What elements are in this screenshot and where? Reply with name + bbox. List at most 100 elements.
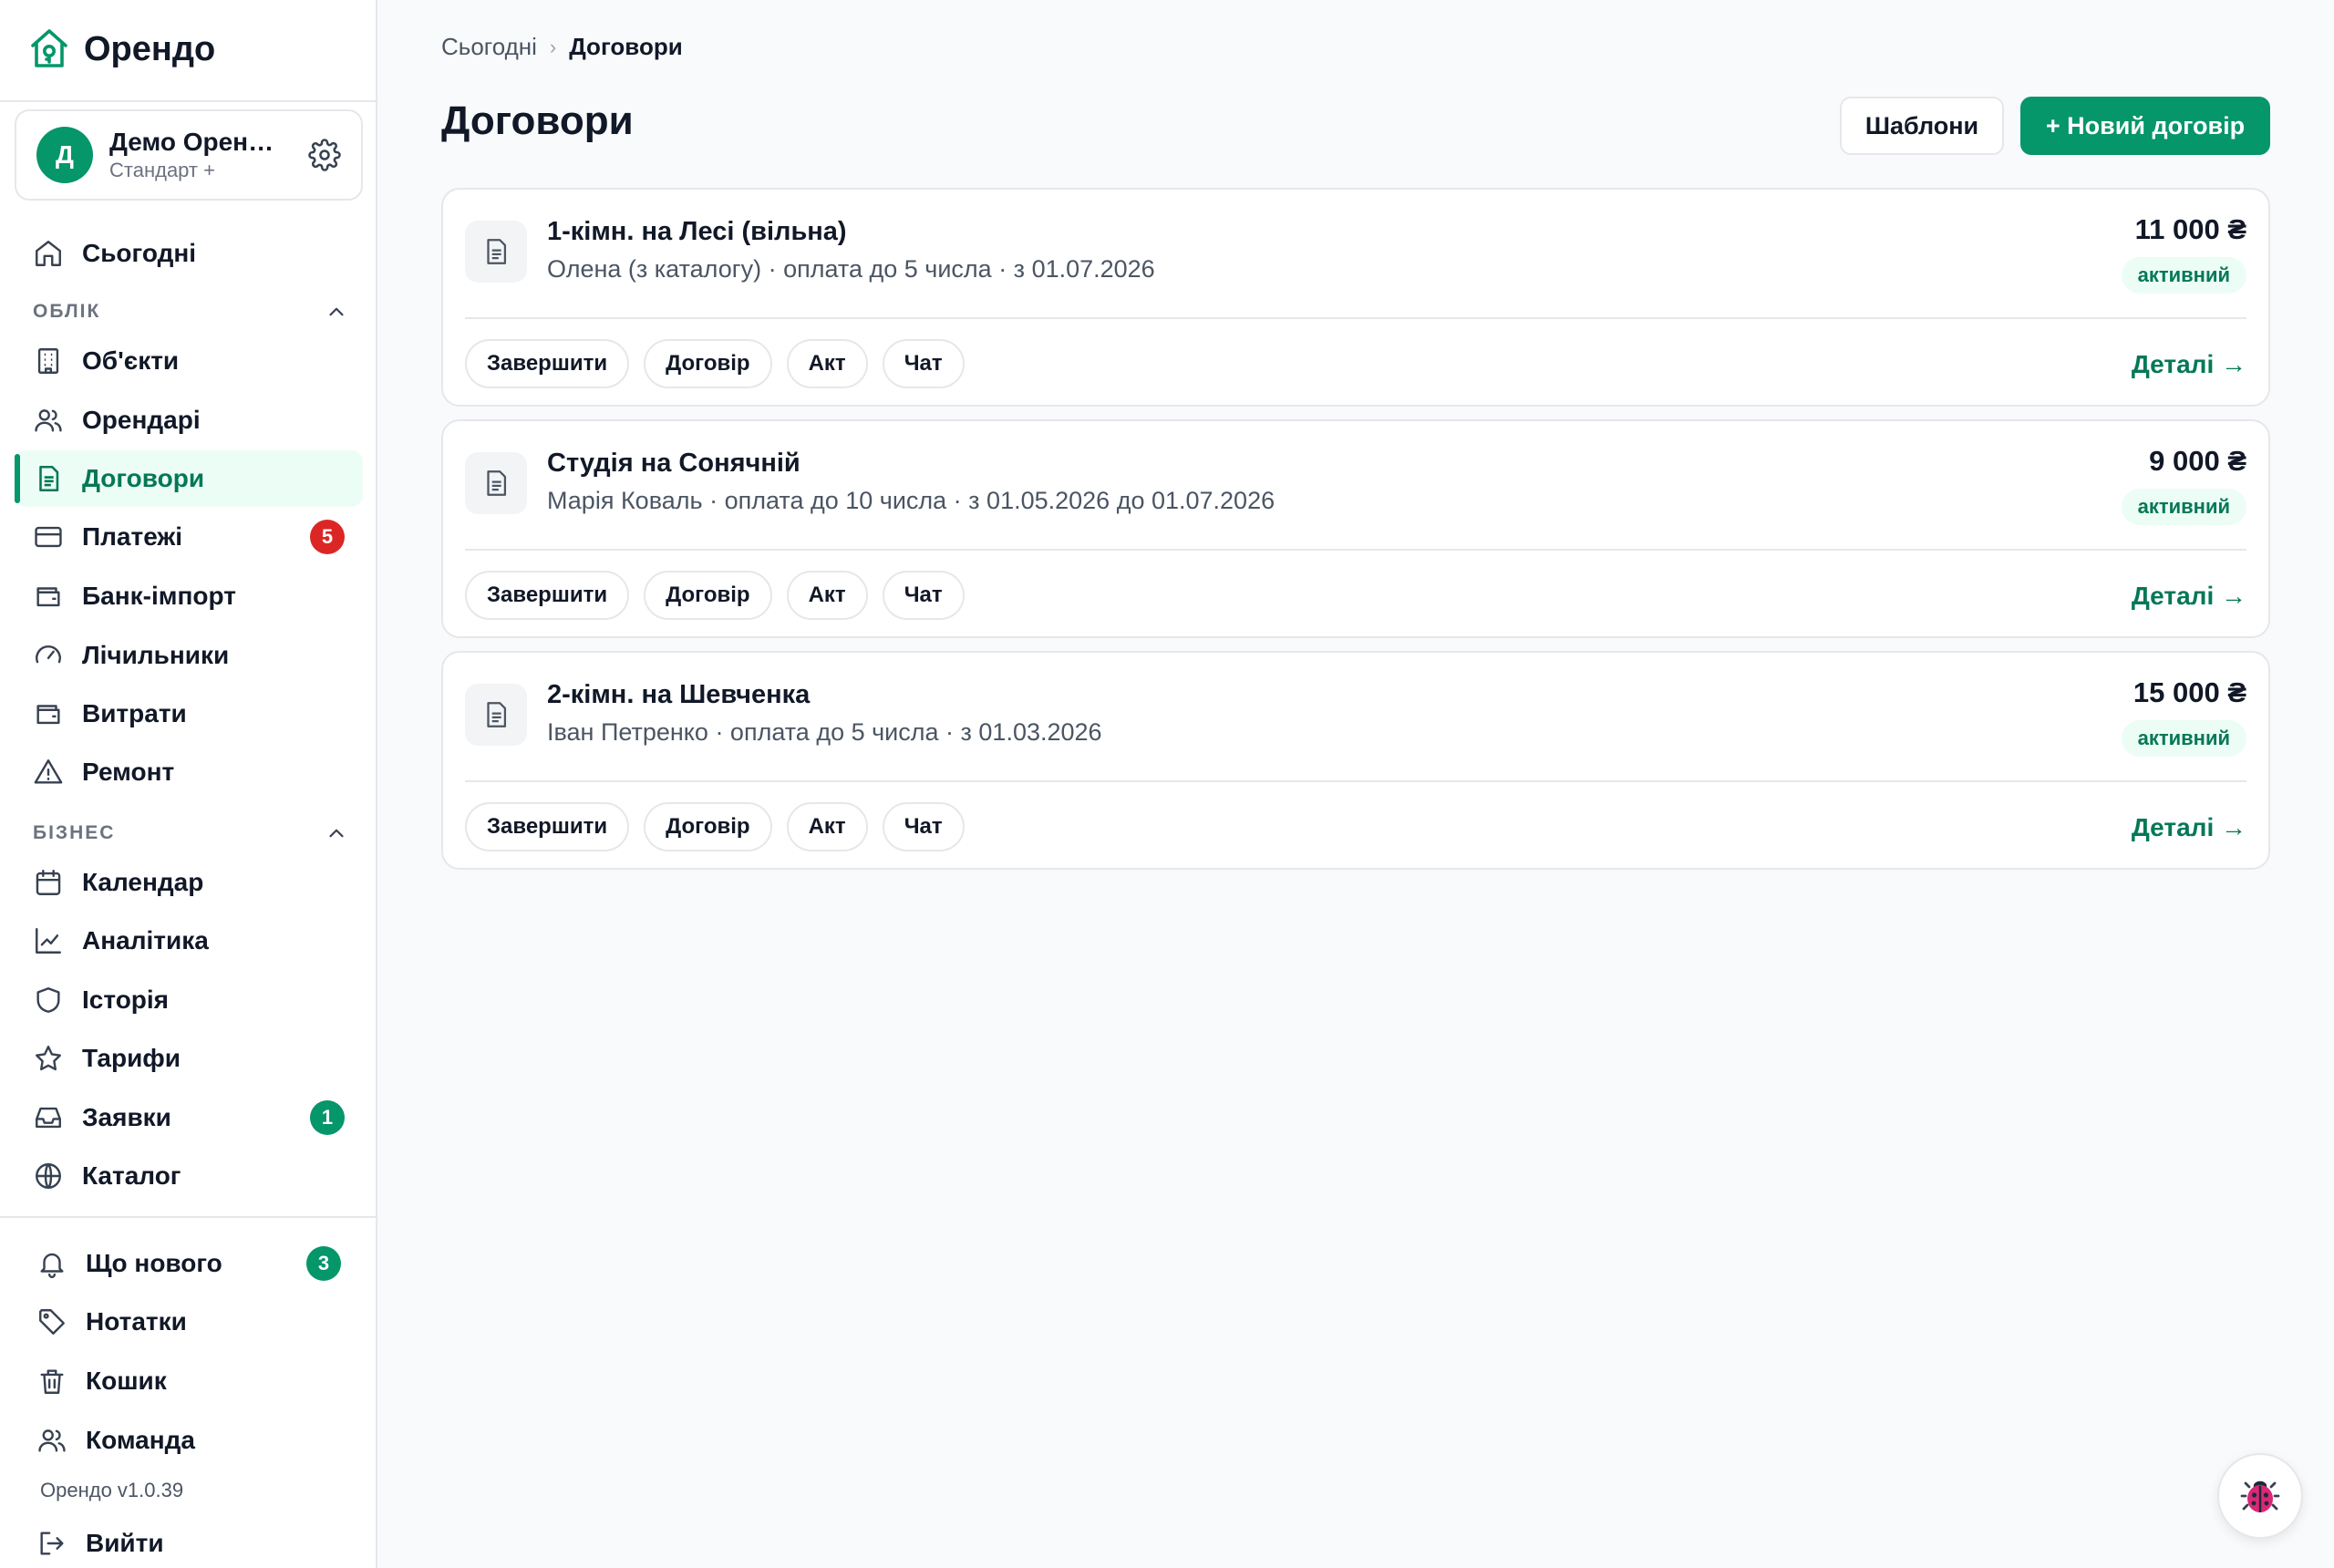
sidebar-item-label: Каталог <box>82 1161 181 1190</box>
details-link[interactable]: Деталі → <box>2132 350 2246 379</box>
house-logo-icon <box>31 29 67 67</box>
page-title: Договори <box>441 98 634 143</box>
bug-report-button[interactable] <box>2217 1453 2303 1539</box>
sidebar-item-label: Договори <box>82 464 205 492</box>
sidebar-item-label: Нотатки <box>86 1307 187 1336</box>
shield-icon <box>36 987 60 1013</box>
sidebar-item-repairs[interactable]: Ремонт <box>15 744 363 800</box>
contract-title[interactable]: 1-кімн. на Лесі (вільна) <box>547 217 847 247</box>
divider <box>0 100 376 102</box>
sidebar-item-payments[interactable]: Платежі 5 <box>15 509 363 565</box>
sidebar-item-label: Тарифи <box>82 1044 181 1072</box>
sidebar-item-history[interactable]: Історія <box>15 972 363 1028</box>
contract-actions: Завершити Договір Акт Чат <box>465 802 965 851</box>
org-name: Демо Орен… <box>109 128 274 156</box>
new-contract-button[interactable]: + Новий договір <box>2020 97 2270 155</box>
sidebar: Орендо Д Демо Орен… Стандарт + Сьогодні … <box>0 0 377 1568</box>
contract-actions: Завершити Договір Акт Чат <box>465 339 965 388</box>
sidebar-item-label: Платежі <box>82 522 183 551</box>
sidebar-item-meters[interactable]: Лічильники <box>15 627 363 684</box>
sidebar-item-label: Сьогодні <box>82 239 197 267</box>
contract-title[interactable]: 2-кімн. на Шевченка <box>547 680 810 710</box>
contract-doc-button[interactable]: Договір <box>644 339 772 388</box>
contract-card: 1-кімн. на Лесі (вільна) Олена (з катало… <box>441 188 2270 407</box>
templates-button[interactable]: Шаблони <box>1840 97 2004 155</box>
divider <box>0 1216 376 1218</box>
finish-button[interactable]: Завершити <box>465 571 630 620</box>
document-icon <box>465 452 527 514</box>
contract-amount: 11 000 ₴ <box>2134 213 2246 245</box>
contract-subtitle: Іван Петренко · оплата до 5 числа · з 01… <box>547 718 1102 746</box>
breadcrumb-current: Договори <box>569 33 683 60</box>
chat-button[interactable]: Чат <box>882 571 965 620</box>
sidebar-item-label: Орендарі <box>82 406 201 434</box>
sidebar-item-requests[interactable]: Заявки 1 <box>15 1089 363 1146</box>
bell-icon <box>40 1253 64 1279</box>
sidebar-item-label: Об'єкти <box>82 346 180 375</box>
sidebar-item-tariffs[interactable]: Тарифи <box>15 1030 363 1087</box>
act-button[interactable]: Акт <box>786 802 868 851</box>
details-link[interactable]: Деталі → <box>2132 813 2246 842</box>
chevron-up-icon <box>329 829 344 838</box>
sidebar-item-trash[interactable]: Кошик <box>18 1353 367 1409</box>
status-badge: активний <box>2121 257 2246 294</box>
sidebar-item-contracts[interactable]: Договори <box>15 450 363 507</box>
tag-icon <box>39 1309 65 1335</box>
breadcrumb-home-link[interactable]: Сьогодні <box>441 33 537 61</box>
credit-card-icon <box>35 526 62 548</box>
sidebar-item-analytics[interactable]: Аналітика <box>15 913 363 969</box>
sidebar-item-catalog[interactable]: Каталог <box>15 1148 363 1204</box>
contract-subtitle: Олена (з каталогу) · оплата до 5 числа ·… <box>547 255 1155 283</box>
act-button[interactable]: Акт <box>786 571 868 620</box>
sidebar-item-label: Календар <box>82 868 204 896</box>
whats-new-count-badge: 3 <box>306 1246 341 1281</box>
warning-triangle-icon <box>34 759 63 784</box>
sidebar-item-today[interactable]: Сьогодні <box>15 225 363 282</box>
org-switcher[interactable]: Д Демо Орен… Стандарт + <box>15 109 363 201</box>
breadcrumb-separator-icon: › <box>549 35 557 58</box>
avatar: Д <box>36 127 93 183</box>
finish-button[interactable]: Завершити <box>465 339 630 388</box>
requests-count-badge: 1 <box>310 1100 345 1135</box>
sidebar-item-properties[interactable]: Об'єкти <box>15 333 363 389</box>
app-logo[interactable]: Орендо <box>27 24 215 75</box>
finish-button[interactable]: Завершити <box>465 802 630 851</box>
sidebar-item-label: Аналітика <box>82 926 209 954</box>
chat-button[interactable]: Чат <box>882 802 965 851</box>
sidebar-item-tenants[interactable]: Орендарі <box>15 392 363 449</box>
sidebar-item-expenses[interactable]: Витрати <box>15 686 363 742</box>
main-content: Сьогодні › Договори Договори Шаблони + Н… <box>379 0 2334 1568</box>
contract-doc-button[interactable]: Договір <box>644 802 772 851</box>
sidebar-item-label: Що нового <box>86 1249 222 1277</box>
section-business-toggle[interactable]: БІЗНЕС <box>33 820 348 847</box>
inbox-icon <box>36 1107 61 1129</box>
document-icon <box>465 684 527 746</box>
sidebar-item-label: Історія <box>82 985 170 1014</box>
sidebar-item-label: Вийти <box>86 1529 164 1557</box>
sidebar-item-calendar[interactable]: Календар <box>15 854 363 911</box>
app-name: Орендо <box>84 29 216 68</box>
document-icon <box>39 465 59 492</box>
chat-button[interactable]: Чат <box>882 339 965 388</box>
section-label: ОБЛІК <box>33 301 101 322</box>
sidebar-item-logout[interactable]: Вийти <box>18 1515 367 1568</box>
star-icon <box>36 1046 61 1071</box>
section-label: БІЗНЕС <box>33 822 116 843</box>
ladybug-icon <box>2240 1480 2280 1512</box>
sidebar-item-team[interactable]: Команда <box>18 1412 367 1469</box>
sidebar-item-whats-new[interactable]: Що нового 3 <box>18 1235 367 1292</box>
contract-doc-button[interactable]: Договір <box>644 571 772 620</box>
payments-count-badge: 5 <box>310 520 345 554</box>
gear-icon[interactable] <box>308 139 341 171</box>
section-accounting-toggle[interactable]: ОБЛІК <box>33 298 348 325</box>
chevron-up-icon <box>329 307 344 316</box>
details-link[interactable]: Деталі → <box>2132 582 2246 611</box>
sidebar-item-bank-import[interactable]: Банк-імпорт <box>15 568 363 624</box>
app-version: Орендо v1.0.39 <box>40 1479 184 1501</box>
org-plan: Стандарт + <box>109 159 215 181</box>
act-button[interactable]: Акт <box>786 339 868 388</box>
globe-icon <box>36 1163 61 1189</box>
contract-actions: Завершити Договір Акт Чат <box>465 571 965 620</box>
sidebar-item-notes[interactable]: Нотатки <box>18 1294 367 1350</box>
contract-title[interactable]: Студія на Сонячній <box>547 449 800 479</box>
